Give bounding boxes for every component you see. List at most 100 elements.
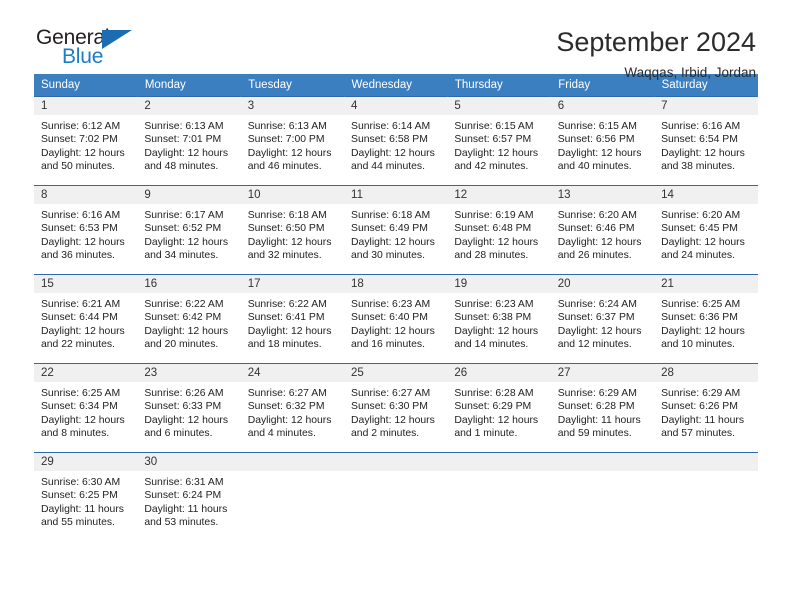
- day-cell-empty: [344, 452, 448, 537]
- day-details: Sunrise: 6:12 AM Sunset: 7:02 PM Dayligh…: [34, 115, 137, 174]
- day-cell[interactable]: 3 Sunrise: 6:13 AM Sunset: 7:00 PM Dayli…: [240, 96, 345, 186]
- day-details: [654, 471, 757, 476]
- day-cell[interactable]: 25 Sunrise: 6:27 AM Sunset: 6:30 PM Dayl…: [344, 363, 448, 453]
- day-details: Sunrise: 6:13 AM Sunset: 7:01 PM Dayligh…: [137, 115, 240, 174]
- day-cell[interactable]: 5 Sunrise: 6:15 AM Sunset: 6:57 PM Dayli…: [447, 96, 551, 186]
- sunset-text: Sunset: 6:52 PM: [144, 223, 222, 235]
- day-cell[interactable]: 15 Sunrise: 6:21 AM Sunset: 6:44 PM Dayl…: [34, 274, 138, 364]
- day-number: 26: [447, 364, 551, 382]
- daylight-text-line1: Daylight: 12 hours: [351, 147, 435, 159]
- day-details: Sunrise: 6:30 AM Sunset: 6:25 PM Dayligh…: [34, 471, 137, 530]
- sunrise-text: Sunrise: 6:30 AM: [41, 477, 121, 488]
- day-cell[interactable]: 7 Sunrise: 6:16 AM Sunset: 6:54 PM Dayli…: [654, 96, 758, 186]
- day-number: 4: [344, 97, 448, 115]
- daylight-text-line2: and 34 minutes.: [144, 250, 219, 262]
- sunset-text: Sunset: 6:30 PM: [351, 401, 428, 413]
- day-cell[interactable]: 6 Sunrise: 6:15 AM Sunset: 6:56 PM Dayli…: [550, 96, 655, 186]
- sunset-text: Sunset: 6:29 PM: [454, 401, 532, 413]
- daylight-text-line1: Daylight: 12 hours: [144, 414, 229, 426]
- daylight-text-line1: Daylight: 12 hours: [144, 236, 229, 248]
- day-details: Sunrise: 6:19 AM Sunset: 6:48 PM Dayligh…: [447, 204, 550, 263]
- daylight-text-line1: Daylight: 12 hours: [557, 325, 642, 337]
- calendar-week-row: 29 Sunrise: 6:30 AM Sunset: 6:25 PM Dayl…: [34, 452, 758, 537]
- day-details: [447, 471, 550, 476]
- title-block: September 2024 Waqqas, Irbid, Jordan: [556, 26, 758, 83]
- weekday-header-monday: Monday: [137, 74, 242, 97]
- day-cell[interactable]: 9 Sunrise: 6:17 AM Sunset: 6:52 PM Dayli…: [137, 185, 241, 275]
- day-cell[interactable]: 1 Sunrise: 6:12 AM Sunset: 7:02 PM Dayli…: [34, 96, 138, 186]
- day-cell[interactable]: 26 Sunrise: 6:28 AM Sunset: 6:29 PM Dayl…: [447, 363, 551, 453]
- sunset-text: Sunset: 6:37 PM: [557, 312, 635, 324]
- day-number: 8: [34, 186, 138, 204]
- sunset-text: Sunset: 6:33 PM: [144, 401, 222, 413]
- sunset-text: Sunset: 6:40 PM: [351, 312, 428, 324]
- day-cell[interactable]: 11 Sunrise: 6:18 AM Sunset: 6:49 PM Dayl…: [344, 185, 448, 275]
- day-details: Sunrise: 6:21 AM Sunset: 6:44 PM Dayligh…: [34, 293, 137, 352]
- sunrise-text: Sunrise: 6:25 AM: [661, 299, 741, 310]
- day-cell[interactable]: 19 Sunrise: 6:23 AM Sunset: 6:38 PM Dayl…: [447, 274, 551, 364]
- day-cell-empty: [447, 452, 551, 537]
- day-number: 21: [654, 275, 758, 293]
- calendar-week-row: 22 Sunrise: 6:25 AM Sunset: 6:34 PM Dayl…: [34, 363, 758, 453]
- day-cell[interactable]: 4 Sunrise: 6:14 AM Sunset: 6:58 PM Dayli…: [344, 96, 448, 186]
- sunrise-text: Sunrise: 6:26 AM: [144, 388, 224, 399]
- daylight-text-line2: and 8 minutes.: [41, 428, 110, 440]
- daylight-text-line1: Daylight: 12 hours: [454, 147, 539, 159]
- daylight-text-line2: and 10 minutes.: [661, 339, 735, 351]
- day-cell[interactable]: 24 Sunrise: 6:27 AM Sunset: 6:32 PM Dayl…: [240, 363, 345, 453]
- day-cell[interactable]: 28 Sunrise: 6:29 AM Sunset: 6:26 PM Dayl…: [654, 363, 758, 453]
- sunrise-text: Sunrise: 6:31 AM: [144, 477, 224, 488]
- day-details: Sunrise: 6:16 AM Sunset: 6:53 PM Dayligh…: [34, 204, 137, 263]
- day-number: 15: [34, 275, 138, 293]
- day-cell[interactable]: 2 Sunrise: 6:13 AM Sunset: 7:01 PM Dayli…: [137, 96, 241, 186]
- daylight-text-line2: and 46 minutes.: [247, 161, 322, 173]
- day-cell[interactable]: 23 Sunrise: 6:26 AM Sunset: 6:33 PM Dayl…: [137, 363, 241, 453]
- day-cell[interactable]: 29 Sunrise: 6:30 AM Sunset: 6:25 PM Dayl…: [34, 452, 138, 537]
- day-details: Sunrise: 6:26 AM Sunset: 6:33 PM Dayligh…: [137, 382, 240, 441]
- daylight-text-line2: and 26 minutes.: [557, 250, 632, 262]
- daylight-text-line2: and 2 minutes.: [351, 428, 420, 440]
- day-number: 30: [137, 453, 241, 471]
- daylight-text-line1: Daylight: 12 hours: [41, 236, 125, 248]
- day-cell[interactable]: 16 Sunrise: 6:22 AM Sunset: 6:42 PM Dayl…: [137, 274, 241, 364]
- daylight-text-line2: and 24 minutes.: [661, 250, 735, 262]
- day-cell[interactable]: 21 Sunrise: 6:25 AM Sunset: 6:36 PM Dayl…: [654, 274, 758, 364]
- day-details: Sunrise: 6:14 AM Sunset: 6:58 PM Dayligh…: [344, 115, 447, 174]
- sunrise-text: Sunrise: 6:18 AM: [247, 210, 327, 221]
- daylight-text-line1: Daylight: 12 hours: [454, 236, 539, 248]
- day-number: 2: [137, 97, 241, 115]
- daylight-text-line2: and 4 minutes.: [247, 428, 316, 440]
- sunrise-text: Sunrise: 6:24 AM: [557, 299, 637, 310]
- day-details: Sunrise: 6:29 AM Sunset: 6:26 PM Dayligh…: [654, 382, 757, 441]
- daylight-text-line2: and 30 minutes.: [351, 250, 425, 262]
- day-details: Sunrise: 6:23 AM Sunset: 6:38 PM Dayligh…: [447, 293, 550, 352]
- calendar-week-row: 8 Sunrise: 6:16 AM Sunset: 6:53 PM Dayli…: [34, 185, 758, 275]
- day-cell[interactable]: 12 Sunrise: 6:19 AM Sunset: 6:48 PM Dayl…: [447, 185, 551, 275]
- day-cell[interactable]: 18 Sunrise: 6:23 AM Sunset: 6:40 PM Dayl…: [344, 274, 448, 364]
- daylight-text-line2: and 57 minutes.: [661, 428, 735, 440]
- day-number: 29: [34, 453, 138, 471]
- sunrise-text: Sunrise: 6:28 AM: [454, 388, 534, 399]
- daylight-text-line2: and 28 minutes.: [454, 250, 529, 262]
- day-cell[interactable]: 17 Sunrise: 6:22 AM Sunset: 6:41 PM Dayl…: [240, 274, 345, 364]
- day-cell[interactable]: 20 Sunrise: 6:24 AM Sunset: 6:37 PM Dayl…: [550, 274, 655, 364]
- day-number: 13: [550, 186, 655, 204]
- sunset-text: Sunset: 6:58 PM: [351, 134, 428, 146]
- day-cell[interactable]: 13 Sunrise: 6:20 AM Sunset: 6:46 PM Dayl…: [550, 185, 655, 275]
- daylight-text-line2: and 20 minutes.: [144, 339, 219, 351]
- sunrise-text: Sunrise: 6:12 AM: [41, 121, 121, 132]
- daylight-text-line1: Daylight: 11 hours: [557, 414, 641, 426]
- day-details: Sunrise: 6:23 AM Sunset: 6:40 PM Dayligh…: [344, 293, 447, 352]
- daylight-text-line1: Daylight: 12 hours: [557, 236, 642, 248]
- day-cell[interactable]: 30 Sunrise: 6:31 AM Sunset: 6:24 PM Dayl…: [137, 452, 241, 537]
- daylight-text-line2: and 22 minutes.: [41, 339, 115, 351]
- day-cell[interactable]: 22 Sunrise: 6:25 AM Sunset: 6:34 PM Dayl…: [34, 363, 138, 453]
- day-cell[interactable]: 10 Sunrise: 6:18 AM Sunset: 6:50 PM Dayl…: [240, 185, 345, 275]
- daylight-text-line1: Daylight: 12 hours: [351, 236, 435, 248]
- day-cell[interactable]: 27 Sunrise: 6:29 AM Sunset: 6:28 PM Dayl…: [550, 363, 655, 453]
- day-cell[interactable]: 8 Sunrise: 6:16 AM Sunset: 6:53 PM Dayli…: [34, 185, 138, 275]
- day-number: 1: [34, 97, 138, 115]
- brand-logo[interactable]: General Blue: [36, 26, 146, 72]
- day-details: Sunrise: 6:20 AM Sunset: 6:45 PM Dayligh…: [654, 204, 757, 263]
- day-cell[interactable]: 14 Sunrise: 6:20 AM Sunset: 6:45 PM Dayl…: [654, 185, 758, 275]
